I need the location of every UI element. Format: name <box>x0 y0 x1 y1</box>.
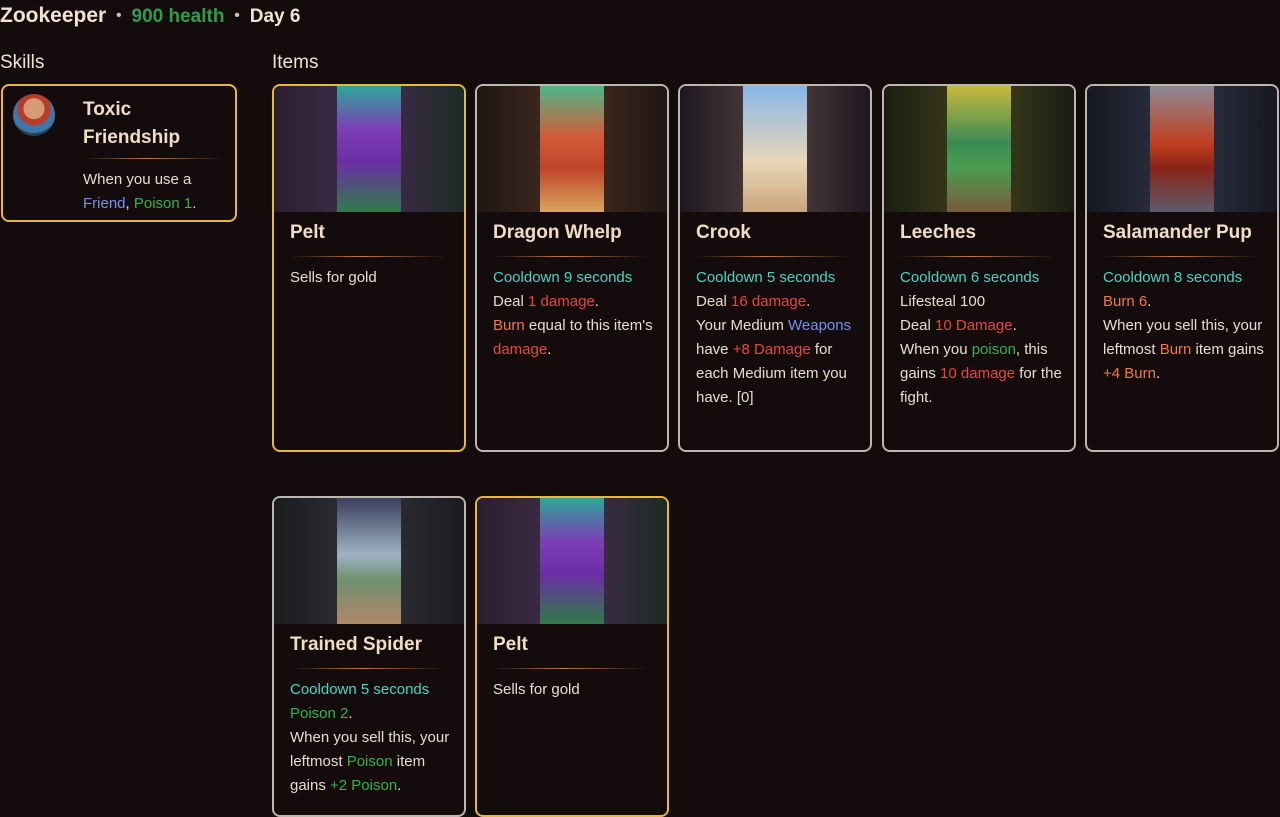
item-divider <box>290 256 446 257</box>
health-value: 900 health <box>131 6 225 27</box>
cooldown-text: Cooldown 9 seconds <box>493 269 633 286</box>
skill-desc-text: When you use a <box>83 171 192 188</box>
item-description: Cooldown 5 seconds Poison 2. When you se… <box>290 678 456 798</box>
item-divider <box>1103 256 1259 257</box>
item-text: . <box>348 705 353 722</box>
skill-desc-text: . <box>192 195 197 212</box>
leeches-art-icon <box>884 86 1074 212</box>
item-text: . <box>547 341 552 358</box>
item-text: . <box>1147 293 1152 310</box>
hero-name: Zookeeper <box>0 4 107 27</box>
item-divider <box>493 668 649 669</box>
item-description: Cooldown 6 seconds Lifesteal 100 Deal 10… <box>900 266 1066 410</box>
burn-keyword: Burn 6 <box>1103 293 1148 310</box>
dragon-whelp-art-icon <box>477 86 667 212</box>
item-text: Sells for gold <box>493 681 580 698</box>
burn-keyword: Burn <box>493 317 525 334</box>
poison-keyword: Poison 2 <box>290 705 349 722</box>
weapons-keyword: Weapons <box>788 317 852 334</box>
item-card-dragon-whelp[interactable]: Dragon Whelp Cooldown 9 seconds Deal 1 d… <box>475 84 669 452</box>
item-description: Cooldown 5 seconds Deal 16 damage. Your … <box>696 266 862 410</box>
damage-keyword: 1 damage <box>528 293 595 310</box>
item-card-salamander-pup[interactable]: Salamander Pup Cooldown 8 seconds Burn 6… <box>1085 84 1279 452</box>
item-card-trained-spider[interactable]: Trained Spider Cooldown 5 seconds Poison… <box>272 496 466 817</box>
item-text: Deal <box>493 293 529 310</box>
burn-keyword: Burn <box>1159 341 1192 358</box>
item-card-crook[interactable]: Crook Cooldown 5 seconds Deal 16 damage.… <box>678 84 872 452</box>
cooldown-text: Cooldown 5 seconds <box>696 269 836 286</box>
pelt-art-icon <box>274 86 464 212</box>
pelt-art-icon <box>477 498 667 624</box>
item-divider <box>900 256 1056 257</box>
skills-heading: Skills <box>0 52 45 73</box>
item-card-leeches[interactable]: Leeches Cooldown 6 seconds Lifesteal 100… <box>882 84 1076 452</box>
item-text: Your Medium <box>696 317 788 334</box>
item-title: Salamander Pup <box>1103 222 1252 243</box>
skill-card-toxic-friendship[interactable]: Toxic Friendship When you use a Friend, … <box>1 84 237 222</box>
item-description: Cooldown 9 seconds Deal 1 damage. Burn e… <box>493 266 659 362</box>
item-title: Crook <box>696 222 751 243</box>
item-card-pelt-2[interactable]: Pelt Sells for gold <box>475 496 669 817</box>
game-header: Zookeeper • 900 health • Day 6 <box>0 4 300 28</box>
items-heading: Items <box>272 52 319 73</box>
item-text: Deal <box>696 293 732 310</box>
damage-keyword: 10 damage <box>940 365 1016 382</box>
poison-keyword: Poison <box>346 753 393 770</box>
item-divider <box>493 256 649 257</box>
item-description: Sells for gold <box>493 678 659 702</box>
item-divider <box>696 256 852 257</box>
item-description: Sells for gold <box>290 266 456 290</box>
damage-bonus-keyword: +8 Damage <box>732 341 811 358</box>
crook-art-icon <box>680 86 870 212</box>
item-text: . <box>806 293 811 310</box>
poison-keyword: Poison 1 <box>133 195 193 212</box>
item-text: . <box>1012 317 1017 334</box>
damage-keyword: 16 damage <box>731 293 807 310</box>
skill-description: When you use a Friend, Poison 1. <box>83 168 228 216</box>
item-text: . <box>397 777 402 794</box>
item-card-pelt[interactable]: Pelt Sells for gold <box>272 84 466 452</box>
item-text: . <box>1155 365 1161 382</box>
salamander-pup-art-icon <box>1087 86 1277 212</box>
header-separator: • <box>234 7 240 24</box>
cooldown-text: Cooldown 8 seconds <box>1103 269 1243 286</box>
day-value: Day 6 <box>249 6 301 27</box>
item-divider <box>290 668 446 669</box>
zookeeper-portrait-icon <box>13 94 55 136</box>
item-text: equal to this item's <box>524 317 653 334</box>
trained-spider-art-icon <box>274 498 464 624</box>
item-title: Dragon Whelp <box>493 222 622 243</box>
poison-keyword: poison <box>971 341 1016 358</box>
skill-desc-text: , <box>125 195 134 212</box>
damage-keyword: 10 Damage <box>935 317 1013 334</box>
burn-bonus-keyword: +4 Burn <box>1103 365 1156 382</box>
cooldown-text: Cooldown 6 seconds <box>900 269 1040 286</box>
item-description: Cooldown 8 seconds Burn 6. When you sell… <box>1103 266 1269 386</box>
skill-divider <box>83 158 225 159</box>
lifesteal-text: Lifesteal 100 <box>900 293 986 310</box>
item-text: When you <box>900 341 972 358</box>
item-title: Trained Spider <box>290 634 422 655</box>
damage-keyword: damage <box>493 341 548 358</box>
poison-bonus-keyword: +2 Poison <box>330 777 398 794</box>
cooldown-text: Cooldown 5 seconds <box>290 681 430 698</box>
item-title: Leeches <box>900 222 977 243</box>
skill-title: Toxic Friendship <box>83 99 181 148</box>
header-separator: • <box>116 7 122 24</box>
item-title: Pelt <box>290 222 325 243</box>
item-text: have <box>696 341 733 358</box>
item-title: Pelt <box>493 634 528 655</box>
item-text: Deal <box>900 317 936 334</box>
item-text: . <box>594 293 599 310</box>
item-text: Sells for gold <box>290 269 377 286</box>
item-text: item gains <box>1191 341 1264 358</box>
friend-keyword: Friend <box>83 195 126 212</box>
